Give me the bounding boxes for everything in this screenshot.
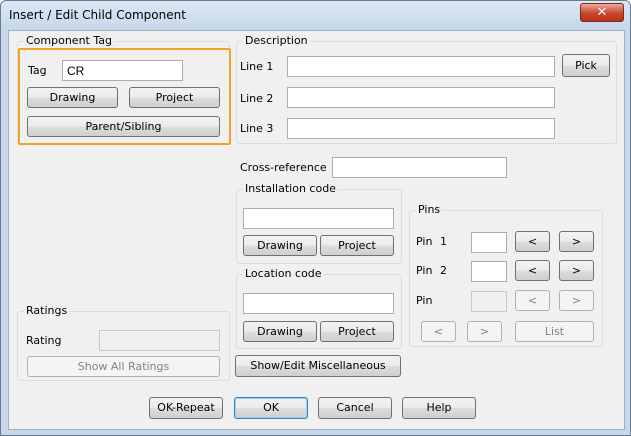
window-title: Insert / Edit Child Component [9,8,186,22]
tag-input[interactable] [62,60,183,81]
pin3-label: Pin [416,294,433,307]
pin3-next-button[interactable]: > [559,290,594,311]
installation-code-input[interactable] [243,208,394,229]
cancel-button[interactable]: Cancel [318,397,392,419]
rating-label: Rating [26,334,62,347]
close-icon: ✕ [596,5,608,20]
pins-prev-button[interactable]: < [421,321,456,342]
description-legend: Description [243,34,310,47]
line1-input[interactable] [287,56,555,77]
ok-button[interactable]: OK [234,397,308,419]
tag-drawing-button[interactable]: Drawing [27,87,118,108]
line3-label: Line 3 [240,122,274,135]
dialog-body: Component Tag Tag Drawing Project Parent… [8,30,625,430]
show-edit-miscellaneous-button[interactable]: Show/Edit Miscellaneous [235,355,401,377]
pins-list-button[interactable]: List [515,321,594,342]
close-button[interactable]: ✕ [580,3,624,22]
pin1-input[interactable] [471,232,507,253]
pin1-label: Pin [416,235,433,248]
title-bar[interactable]: Insert / Edit Child Component ✕ [1,1,630,31]
rating-input [99,330,220,351]
pin3-prev-button[interactable]: < [515,290,550,311]
component-tag-legend: Component Tag [24,34,114,47]
pick-button[interactable]: Pick [562,54,610,77]
pin2-label: Pin [416,264,433,277]
pin2-number: 2 [440,264,447,277]
pin2-next-button[interactable]: > [559,260,594,281]
help-button[interactable]: Help [402,397,476,419]
pin1-number: 1 [440,235,447,248]
installation-drawing-button[interactable]: Drawing [243,235,317,256]
tag-project-button[interactable]: Project [129,87,220,108]
parent-sibling-button[interactable]: Parent/Sibling [27,116,220,137]
installation-code-legend: Installation code [243,182,338,195]
cross-reference-input[interactable] [332,157,507,178]
dialog-window: Insert / Edit Child Component ✕ Componen… [0,0,631,436]
line2-label: Line 2 [240,92,274,105]
installation-project-button[interactable]: Project [320,235,394,256]
pin2-input[interactable] [471,261,507,282]
ratings-legend: Ratings [24,304,70,317]
location-code-legend: Location code [243,267,324,280]
pins-next-button[interactable]: > [467,321,502,342]
pin1-prev-button[interactable]: < [515,231,550,252]
line1-label: Line 1 [240,60,274,73]
location-code-input[interactable] [243,293,394,314]
location-project-button[interactable]: Project [320,321,394,342]
pin3-input [471,291,507,312]
cross-reference-label: Cross-reference [240,161,327,174]
pin2-prev-button[interactable]: < [515,260,550,281]
location-drawing-button[interactable]: Drawing [243,321,317,342]
line2-input[interactable] [287,87,555,108]
tag-label: Tag [28,64,47,77]
pin1-next-button[interactable]: > [559,231,594,252]
show-all-ratings-button[interactable]: Show All Ratings [27,356,220,377]
line3-input[interactable] [287,118,555,139]
ok-repeat-button[interactable]: OK-Repeat [149,397,223,419]
pins-legend: Pins [416,203,443,216]
